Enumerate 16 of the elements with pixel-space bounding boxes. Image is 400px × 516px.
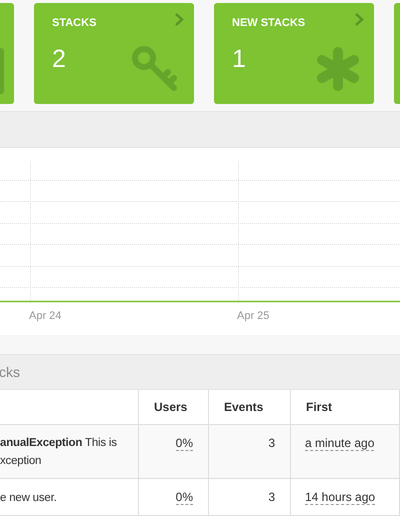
card-value: 2 — [52, 45, 66, 74]
card-title: NEW STACKS — [232, 17, 306, 29]
users-value: 0% — [176, 490, 193, 505]
events-value: 3 — [268, 436, 275, 450]
axis-label: Apr 25 — [237, 310, 270, 322]
card-value: 1 — [232, 45, 246, 74]
stat-card[interactable]: NEW STACKS 1 — [214, 3, 374, 104]
axis-label: Apr 24 — [29, 310, 62, 322]
first-seen-value: a minute ago — [305, 436, 374, 451]
stat-card[interactable]: STACKS 2 — [34, 3, 194, 104]
stack-summary: e new user. — [0, 491, 57, 506]
stack-summary: anualException This is xception — [0, 436, 117, 469]
card-title: STACKS — [52, 17, 98, 29]
users-value: 0% — [176, 436, 193, 451]
first-seen-value: 14 hours ago — [305, 490, 376, 505]
events-value: 3 — [268, 490, 275, 504]
